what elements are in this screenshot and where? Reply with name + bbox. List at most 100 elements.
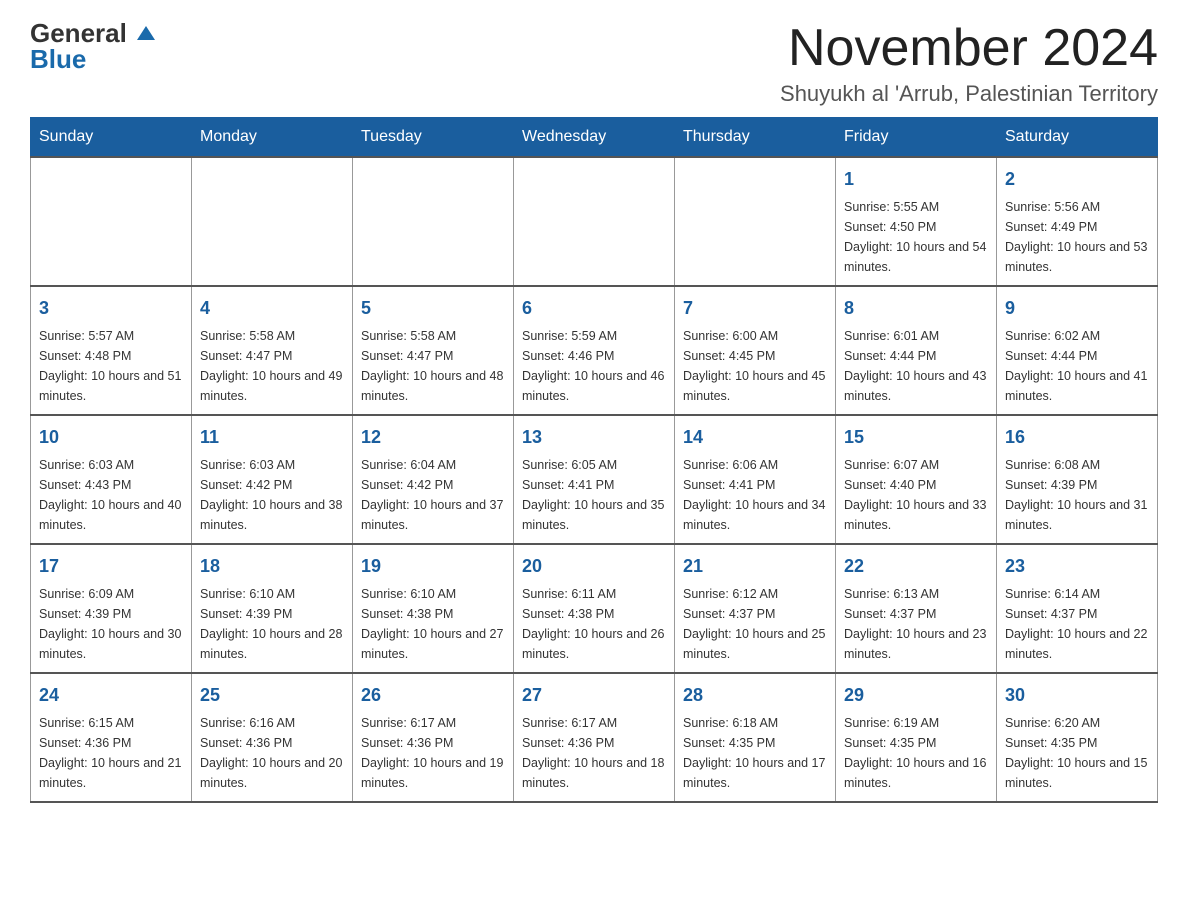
calendar-cell: 16 Sunrise: 6:08 AMSunset: 4:39 PMDayligh… [997, 415, 1158, 544]
calendar-cell: 30 Sunrise: 6:20 AMSunset: 4:35 PMDayligh… [997, 673, 1158, 802]
calendar-cell [192, 157, 353, 286]
weekday-header-thursday: Thursday [675, 118, 836, 158]
calendar-cell: 25 Sunrise: 6:16 AMSunset: 4:36 PMDayligh… [192, 673, 353, 802]
calendar-cell: 15 Sunrise: 6:07 AMSunset: 4:40 PMDayligh… [836, 415, 997, 544]
day-number: 19 [361, 553, 505, 580]
weekday-header-wednesday: Wednesday [514, 118, 675, 158]
calendar-table: SundayMondayTuesdayWednesdayThursdayFrid… [30, 117, 1158, 803]
calendar-week-row: 24 Sunrise: 6:15 AMSunset: 4:36 PMDayligh… [31, 673, 1158, 802]
calendar-cell [31, 157, 192, 286]
calendar-cell: 14 Sunrise: 6:06 AMSunset: 4:41 PMDayligh… [675, 415, 836, 544]
day-number: 5 [361, 295, 505, 322]
calendar-cell: 17 Sunrise: 6:09 AMSunset: 4:39 PMDayligh… [31, 544, 192, 673]
day-info: Sunrise: 5:55 AMSunset: 4:50 PMDaylight:… [844, 197, 988, 277]
day-number: 9 [1005, 295, 1149, 322]
day-info: Sunrise: 6:11 AMSunset: 4:38 PMDaylight:… [522, 584, 666, 664]
calendar-cell: 27 Sunrise: 6:17 AMSunset: 4:36 PMDayligh… [514, 673, 675, 802]
day-number: 22 [844, 553, 988, 580]
calendar-cell: 7Sunrise: 6:00 AMSunset: 4:45 PMDaylight… [675, 286, 836, 415]
day-number: 15 [844, 424, 988, 451]
calendar-cell: 11 Sunrise: 6:03 AMSunset: 4:42 PMDayligh… [192, 415, 353, 544]
day-number: 16 [1005, 424, 1149, 451]
calendar-cell: 23 Sunrise: 6:14 AMSunset: 4:37 PMDayligh… [997, 544, 1158, 673]
calendar-cell: 26Sunrise: 6:17 AMSunset: 4:36 PMDayligh… [353, 673, 514, 802]
day-info: Sunrise: 6:08 AMSunset: 4:39 PMDaylight:… [1005, 455, 1149, 535]
weekday-header-monday: Monday [192, 118, 353, 158]
weekday-header-row: SundayMondayTuesdayWednesdayThursdayFrid… [31, 118, 1158, 158]
day-number: 8 [844, 295, 988, 322]
day-number: 13 [522, 424, 666, 451]
day-number: 10 [39, 424, 183, 451]
day-info: Sunrise: 5:58 AMSunset: 4:47 PMDaylight:… [361, 326, 505, 406]
weekday-header-friday: Friday [836, 118, 997, 158]
day-info: Sunrise: 6:03 AMSunset: 4:42 PMDaylight:… [200, 455, 344, 535]
weekday-header-tuesday: Tuesday [353, 118, 514, 158]
weekday-header-saturday: Saturday [997, 118, 1158, 158]
day-info: Sunrise: 5:59 AMSunset: 4:46 PMDaylight:… [522, 326, 666, 406]
logo-blue-text: Blue [30, 46, 86, 72]
day-number: 17 [39, 553, 183, 580]
calendar-cell [353, 157, 514, 286]
day-number: 14 [683, 424, 827, 451]
title-section: November 2024 Shuyukh al 'Arrub, Palesti… [780, 20, 1158, 107]
day-number: 11 [200, 424, 344, 451]
day-info: Sunrise: 6:07 AMSunset: 4:40 PMDaylight:… [844, 455, 988, 535]
weekday-header-sunday: Sunday [31, 118, 192, 158]
day-info: Sunrise: 6:04 AMSunset: 4:42 PMDaylight:… [361, 455, 505, 535]
calendar-cell: 29Sunrise: 6:19 AMSunset: 4:35 PMDayligh… [836, 673, 997, 802]
day-info: Sunrise: 6:09 AMSunset: 4:39 PMDaylight:… [39, 584, 183, 664]
page-header: General Blue November 2024 Shuyukh al 'A… [30, 20, 1158, 107]
calendar-week-row: 1 Sunrise: 5:55 AMSunset: 4:50 PMDaylight… [31, 157, 1158, 286]
day-number: 1 [844, 166, 988, 193]
day-info: Sunrise: 6:10 AMSunset: 4:39 PMDaylight:… [200, 584, 344, 664]
day-info: Sunrise: 6:12 AMSunset: 4:37 PMDaylight:… [683, 584, 827, 664]
day-info: Sunrise: 6:10 AMSunset: 4:38 PMDaylight:… [361, 584, 505, 664]
logo: General Blue [30, 20, 155, 72]
day-info: Sunrise: 6:05 AMSunset: 4:41 PMDaylight:… [522, 455, 666, 535]
calendar-cell [514, 157, 675, 286]
calendar-week-row: 10 Sunrise: 6:03 AMSunset: 4:43 PMDayligh… [31, 415, 1158, 544]
day-number: 28 [683, 682, 827, 709]
calendar-cell: 1 Sunrise: 5:55 AMSunset: 4:50 PMDaylight… [836, 157, 997, 286]
day-info: Sunrise: 6:16 AMSunset: 4:36 PMDaylight:… [200, 713, 344, 793]
calendar-cell: 8Sunrise: 6:01 AMSunset: 4:44 PMDaylight… [836, 286, 997, 415]
logo-triangle-icon [137, 26, 155, 40]
day-number: 2 [1005, 166, 1149, 193]
calendar-cell: 24 Sunrise: 6:15 AMSunset: 4:36 PMDayligh… [31, 673, 192, 802]
calendar-cell: 19 Sunrise: 6:10 AMSunset: 4:38 PMDayligh… [353, 544, 514, 673]
day-number: 18 [200, 553, 344, 580]
calendar-cell: 4Sunrise: 5:58 AMSunset: 4:47 PMDaylight… [192, 286, 353, 415]
day-number: 23 [1005, 553, 1149, 580]
calendar-week-row: 3Sunrise: 5:57 AMSunset: 4:48 PMDaylight… [31, 286, 1158, 415]
day-info: Sunrise: 6:20 AMSunset: 4:35 PMDaylight:… [1005, 713, 1149, 793]
day-number: 20 [522, 553, 666, 580]
calendar-cell: 2Sunrise: 5:56 AMSunset: 4:49 PMDaylight… [997, 157, 1158, 286]
month-year-title: November 2024 [780, 20, 1158, 77]
day-number: 21 [683, 553, 827, 580]
calendar-cell: 9Sunrise: 6:02 AMSunset: 4:44 PMDaylight… [997, 286, 1158, 415]
calendar-cell: 12 Sunrise: 6:04 AMSunset: 4:42 PMDayligh… [353, 415, 514, 544]
day-number: 6 [522, 295, 666, 322]
day-number: 25 [200, 682, 344, 709]
day-info: Sunrise: 6:18 AMSunset: 4:35 PMDaylight:… [683, 713, 827, 793]
calendar-cell: 28 Sunrise: 6:18 AMSunset: 4:35 PMDayligh… [675, 673, 836, 802]
day-number: 30 [1005, 682, 1149, 709]
day-info: Sunrise: 6:14 AMSunset: 4:37 PMDaylight:… [1005, 584, 1149, 664]
calendar-cell: 13 Sunrise: 6:05 AMSunset: 4:41 PMDayligh… [514, 415, 675, 544]
day-info: Sunrise: 6:17 AMSunset: 4:36 PMDaylight:… [361, 713, 505, 793]
calendar-cell: 20 Sunrise: 6:11 AMSunset: 4:38 PMDayligh… [514, 544, 675, 673]
day-info: Sunrise: 6:03 AMSunset: 4:43 PMDaylight:… [39, 455, 183, 535]
day-info: Sunrise: 6:00 AMSunset: 4:45 PMDaylight:… [683, 326, 827, 406]
calendar-cell: 21 Sunrise: 6:12 AMSunset: 4:37 PMDayligh… [675, 544, 836, 673]
day-info: Sunrise: 6:06 AMSunset: 4:41 PMDaylight:… [683, 455, 827, 535]
day-number: 27 [522, 682, 666, 709]
day-number: 29 [844, 682, 988, 709]
day-info: Sunrise: 6:15 AMSunset: 4:36 PMDaylight:… [39, 713, 183, 793]
day-info: Sunrise: 5:58 AMSunset: 4:47 PMDaylight:… [200, 326, 344, 406]
logo-general-text: General [30, 20, 155, 46]
day-number: 24 [39, 682, 183, 709]
day-number: 12 [361, 424, 505, 451]
day-info: Sunrise: 6:17 AMSunset: 4:36 PMDaylight:… [522, 713, 666, 793]
calendar-cell: 22Sunrise: 6:13 AMSunset: 4:37 PMDayligh… [836, 544, 997, 673]
location-subtitle: Shuyukh al 'Arrub, Palestinian Territory [780, 81, 1158, 107]
